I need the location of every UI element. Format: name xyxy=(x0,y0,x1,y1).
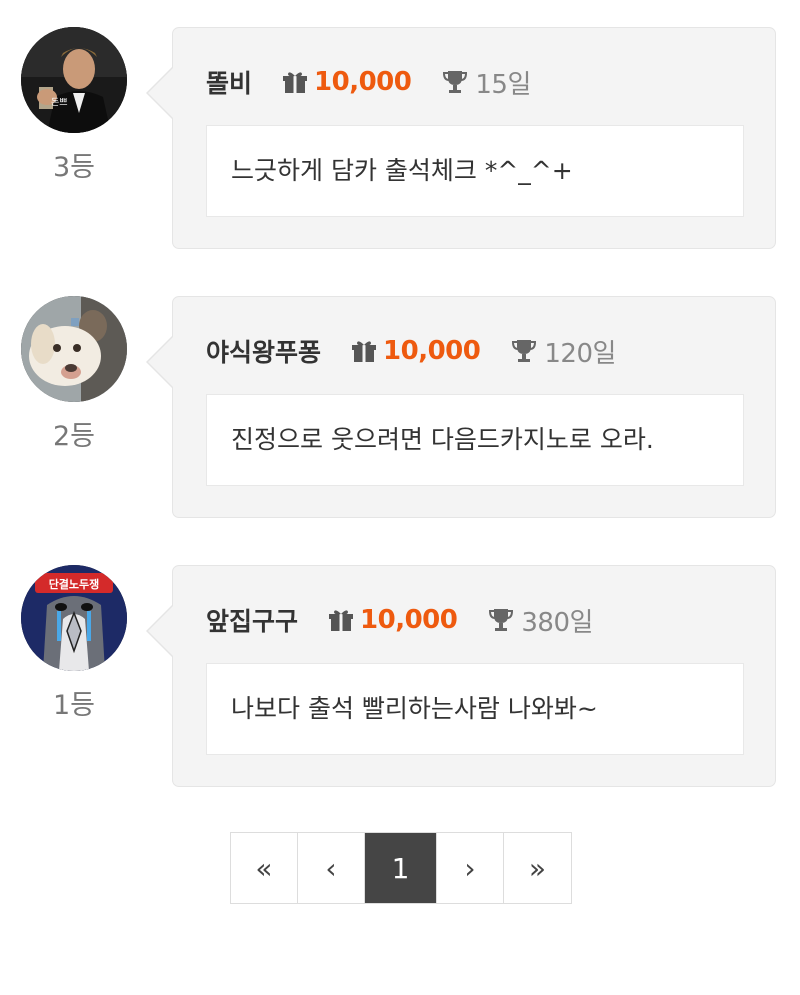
card-arrow-fill xyxy=(148,337,173,387)
card-header: 똘비 10,000 15일 xyxy=(206,64,531,100)
points-value: 10,000 xyxy=(360,605,458,635)
card-header: 앞집구구 10,000 380일 xyxy=(206,602,593,638)
avatar[interactable]: 단결노두쟁 xyxy=(21,565,127,671)
gift-icon xyxy=(282,69,308,95)
comment-card: 똘비 10,000 15일 느긋하게 담카 출석체크 *^_^+ xyxy=(172,27,776,249)
comment-box: 나보다 출석 빨리하는사람 나와봐~ xyxy=(206,663,744,755)
man-raising-glass-avatar-icon: 돈쁘 xyxy=(21,27,127,133)
card-header: 야식왕푸퐁 10,000 120일 xyxy=(206,333,616,369)
comment-text: 나보다 출석 빨리하는사람 나와봐~ xyxy=(231,694,598,723)
days-count: 120일 xyxy=(544,338,616,369)
points-value: 10,000 xyxy=(383,336,481,366)
gift-icon xyxy=(351,338,377,364)
rank-label: 2등 xyxy=(52,421,96,452)
card-arrow-fill xyxy=(148,68,173,118)
attendance-entry: 2등 야식왕푸퐁 10,000 120일 진정으로 웃으려면 다음드카지노로 오… xyxy=(0,296,800,526)
rank-label: 1등 xyxy=(52,690,96,721)
nickname[interactable]: 앞집구구 xyxy=(206,602,298,638)
days-count: 380일 xyxy=(521,607,593,638)
svg-text:단결노두쟁: 단결노두쟁 xyxy=(49,577,100,591)
avatar[interactable] xyxy=(21,296,127,402)
svg-text:돈쁘: 돈쁘 xyxy=(51,97,68,107)
prev-page-button[interactable]: ‹ xyxy=(298,833,365,903)
points-value: 10,000 xyxy=(314,67,412,97)
gift-icon xyxy=(328,607,354,633)
comment-box: 진정으로 웃으려면 다음드카지노로 오라. xyxy=(206,394,744,486)
trophy-icon xyxy=(441,68,469,96)
card-arrow-fill xyxy=(148,606,173,656)
comment-text: 진정으로 웃으려면 다음드카지노로 오라. xyxy=(231,425,654,454)
comment-box: 느긋하게 담카 출석체크 *^_^+ xyxy=(206,125,744,217)
trophy-icon xyxy=(510,337,538,365)
attendance-entry: 단결노두쟁 1등 앞집구구 10,000 380일 나보다 출석 빨리하는사람 … xyxy=(0,565,800,795)
comment-text: 느긋하게 담카 출석체크 *^_^+ xyxy=(231,156,573,185)
rank-label: 3등 xyxy=(52,152,96,183)
crying-penguin-avatar-icon: 단결노두쟁 xyxy=(21,565,127,671)
first-page-button[interactable]: « xyxy=(231,833,298,903)
current-page-button[interactable]: 1 xyxy=(365,833,437,903)
trophy-icon xyxy=(487,606,515,634)
attendance-entry: 돈쁘 3등 똘비 10,000 15일 느긋하게 담카 출석체크 *^_^+ xyxy=(0,27,800,257)
last-page-button[interactable]: » xyxy=(504,833,571,903)
nickname[interactable]: 야식왕푸퐁 xyxy=(206,333,321,369)
comment-card: 앞집구구 10,000 380일 나보다 출석 빨리하는사람 나와봐~ xyxy=(172,565,776,787)
white-dog-avatar-icon xyxy=(21,296,127,402)
comment-card: 야식왕푸퐁 10,000 120일 진정으로 웃으려면 다음드카지노로 오라. xyxy=(172,296,776,518)
nickname[interactable]: 똘비 xyxy=(206,64,252,100)
next-page-button[interactable]: › xyxy=(437,833,504,903)
pagination: « ‹ 1 › » xyxy=(230,832,572,904)
avatar[interactable]: 돈쁘 xyxy=(21,27,127,133)
days-count: 15일 xyxy=(475,69,531,100)
